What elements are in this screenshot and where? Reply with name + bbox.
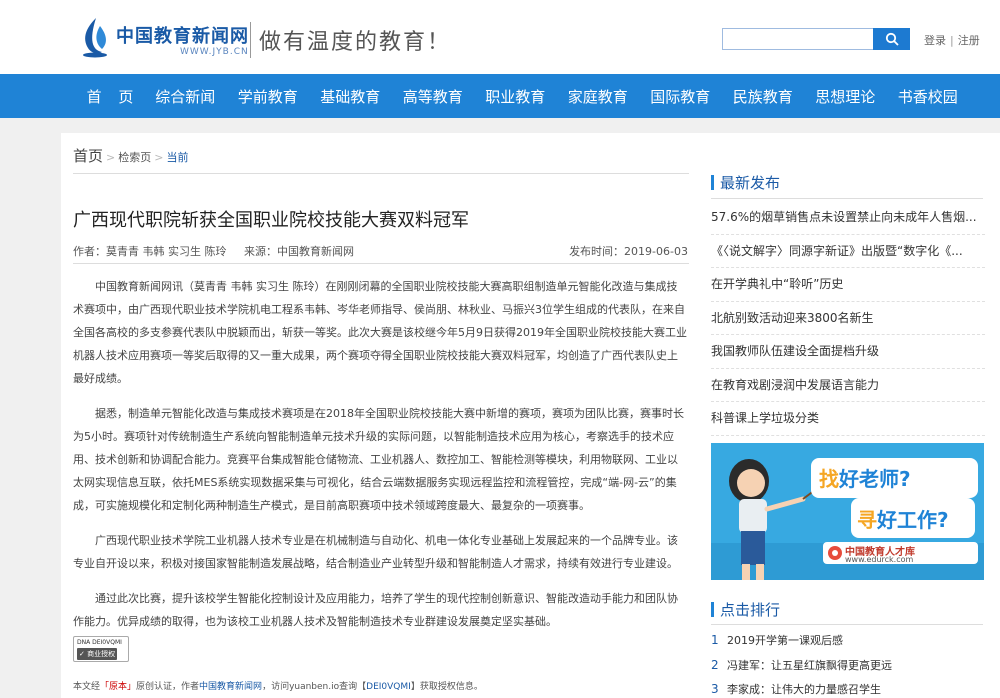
- dna-badge[interactable]: DNA DEI0VQMI ✓ 商业授权: [73, 636, 129, 662]
- latest-news-list: 57.6%的烟草销售点未设置禁止向未成年人售烟... 《〈说文解字〉同源字新证》…: [711, 201, 985, 436]
- talent-ad-banner[interactable]: 找好老师? 寻好工作? 中国教育人才库 www.edurck.com: [711, 443, 984, 580]
- nav-item-basic-education[interactable]: 基础教育: [309, 86, 392, 107]
- copyright-note: 本文经「原本」原创认证，作者中国教育新闻网，访问yuanben.io查询【DEI…: [73, 679, 483, 692]
- logo-flame-icon[interactable]: [80, 16, 110, 58]
- list-item[interactable]: 在教育戏剧浸润中发展语言能力: [711, 369, 985, 402]
- list-item[interactable]: 在开学典礼中“聆听”历史: [711, 268, 985, 302]
- breadcrumb-search[interactable]: 检索页: [118, 149, 151, 165]
- nav-item-ideology[interactable]: 思想理论: [804, 86, 887, 107]
- nav-item-higher-education[interactable]: 高等教育: [392, 86, 475, 107]
- copyright-text: 】获取授权信息。: [410, 682, 483, 692]
- list-item[interactable]: 57.6%的烟草销售点未设置禁止向未成年人售烟...: [711, 201, 985, 235]
- ad-highlight: 找: [819, 467, 839, 491]
- article-authors: 作者：莫青青 韦韩 实习生 陈玲: [73, 245, 227, 258]
- commercial-license-badge: ✓ 商业授权: [77, 648, 118, 660]
- ad-line-1: 找好老师?: [819, 463, 911, 492]
- nav-item-ethnic[interactable]: 民族教育: [722, 86, 805, 107]
- rank-list: 1 2019开学第一课观后感 2 冯建军：让五星红旗飘得更高更远 3 李家成：让伟大的…: [711, 628, 985, 698]
- nav-item-book-campus[interactable]: 书香校园: [887, 86, 970, 107]
- rank-item[interactable]: 1 2019开学第一课观后感: [711, 628, 985, 653]
- latest-heading: 最新发布: [711, 172, 780, 193]
- main-nav: 首 页 综合新闻 学前教育 基础教育 高等教育 职业教育 家庭教育 国际教育 民…: [0, 74, 1000, 118]
- nav-item-general-news[interactable]: 综合新闻: [144, 86, 227, 107]
- rank-number: 3: [711, 682, 719, 696]
- list-item[interactable]: 北航别致活动迎来3800名新生: [711, 302, 985, 335]
- article-paragraph: 通过此次比赛，提升该校学生智能化控制设计及应用能力，培养了学生的现代控制创新意识…: [73, 592, 678, 628]
- article-title: 广西现代职院斩获全国职业院校技能大赛双料冠军: [73, 210, 469, 231]
- list-item[interactable]: 科普课上学垃圾分类: [711, 402, 985, 436]
- nav-list: 首 页 综合新闻 学前教育 基础教育 高等教育 职业教育 家庭教育 国际教育 民…: [82, 74, 969, 118]
- site-header: 中国教育新闻网 WWW.JYB.CN 做有温度的教育！ 登录 | 注册: [0, 0, 1000, 74]
- main-content: 首页 > 检索页 > 当前 广西现代职院斩获全国职业院校技能大赛双料冠军 作者：…: [61, 133, 1000, 698]
- nav-item-vocational[interactable]: 职业教育: [474, 86, 557, 107]
- auth-links: 登录 | 注册: [924, 32, 980, 48]
- search-input[interactable]: [722, 28, 874, 50]
- nav-item-international[interactable]: 国际教育: [639, 86, 722, 107]
- breadcrumb-current: 当前: [166, 151, 189, 164]
- article-paragraph: 中国教育新闻网讯（莫青青 韦韩 实习生 陈玲）在刚刚闭幕的全国职业院校技能大赛高…: [73, 280, 687, 385]
- divider: [711, 624, 983, 625]
- register-link[interactable]: 注册: [958, 34, 980, 47]
- list-item[interactable]: 我国教师队伍建设全面提档升级: [711, 335, 985, 369]
- site-slogan: 做有温度的教育！: [259, 30, 452, 55]
- logo-divider: [250, 22, 251, 58]
- rank-heading: 点击排行: [711, 599, 780, 620]
- divider: [711, 198, 983, 199]
- nav-item-family[interactable]: 家庭教育: [557, 86, 640, 107]
- nav-item-preschool[interactable]: 学前教育: [227, 86, 310, 107]
- breadcrumb: 首页 > 检索页 > 当前: [73, 145, 188, 166]
- rank-title: 冯建军：让五星红旗飘得更高更远: [727, 658, 892, 672]
- rank-title: 2019开学第一课观后感: [727, 634, 843, 647]
- logo-text[interactable]: 中国教育新闻网: [116, 22, 249, 48]
- dna-code: DNA DEI0VQMI: [77, 639, 122, 646]
- rank-number: 1: [711, 633, 719, 647]
- article-source: 来源：中国教育新闻网: [244, 245, 354, 258]
- rank-title: 李家成：让伟大的力量感召学生: [727, 683, 881, 696]
- ad-highlight: 寻: [857, 508, 877, 532]
- rank-item[interactable]: 2 冯建军：让五星红旗飘得更高更远: [711, 653, 985, 678]
- copyright-text: 原创认证，作者: [136, 682, 200, 692]
- article-pubtime: 发布时间：2019-06-03: [569, 245, 688, 258]
- article-paragraph: 广西现代职业技术学院工业机器人技术专业是在机械制造与自动化、机电一体化专业基础上…: [73, 534, 678, 570]
- login-link[interactable]: 登录: [924, 34, 946, 47]
- nav-item-home[interactable]: 首 页: [82, 86, 144, 107]
- yuanben-link[interactable]: 「原本」: [100, 682, 136, 692]
- article-meta: 作者：莫青青 韦韩 实习生 陈玲 来源：中国教育新闻网: [73, 243, 354, 259]
- breadcrumb-separator: >: [154, 151, 164, 164]
- ad-line-2: 寻好工作?: [857, 504, 949, 533]
- latest-heading-label: 最新发布: [720, 174, 781, 192]
- search-icon: [885, 32, 899, 46]
- rank-heading-label: 点击排行: [720, 601, 781, 619]
- list-item[interactable]: 《〈说文解字〉同源字新证》出版暨“数字化《...: [711, 235, 985, 268]
- ad-url: www.edurck.com: [845, 555, 914, 564]
- breadcrumb-separator: >: [106, 151, 116, 164]
- article-paragraph: 据悉，制造单元智能化改造与集成技术赛项是在2018年全国职业院校技能大赛中新增的…: [73, 407, 684, 512]
- ad-text: 好老师?: [839, 467, 911, 491]
- ad-text: 好工作?: [877, 508, 949, 532]
- logo-domain: WWW.JYB.CN: [180, 47, 249, 57]
- breadcrumb-home[interactable]: 首页: [73, 145, 103, 166]
- auth-separator: |: [950, 34, 954, 47]
- dna-code-link[interactable]: DEI0VQMI: [366, 682, 411, 692]
- copyright-text: 本文经: [73, 682, 101, 692]
- divider: [73, 173, 689, 174]
- divider: [73, 263, 689, 264]
- author-link[interactable]: 中国教育新闻网: [199, 682, 262, 692]
- rank-number: 2: [711, 657, 719, 672]
- rank-item[interactable]: 3 李家成：让伟大的力量感召学生: [711, 677, 985, 698]
- article-body: 中国教育新闻网讯（莫青青 韦韩 实习生 陈玲）在刚刚闭幕的全国职业院校技能大赛高…: [73, 275, 687, 645]
- search-button[interactable]: [873, 28, 910, 50]
- copyright-text: ，访问yuanben.io查询【: [262, 682, 367, 692]
